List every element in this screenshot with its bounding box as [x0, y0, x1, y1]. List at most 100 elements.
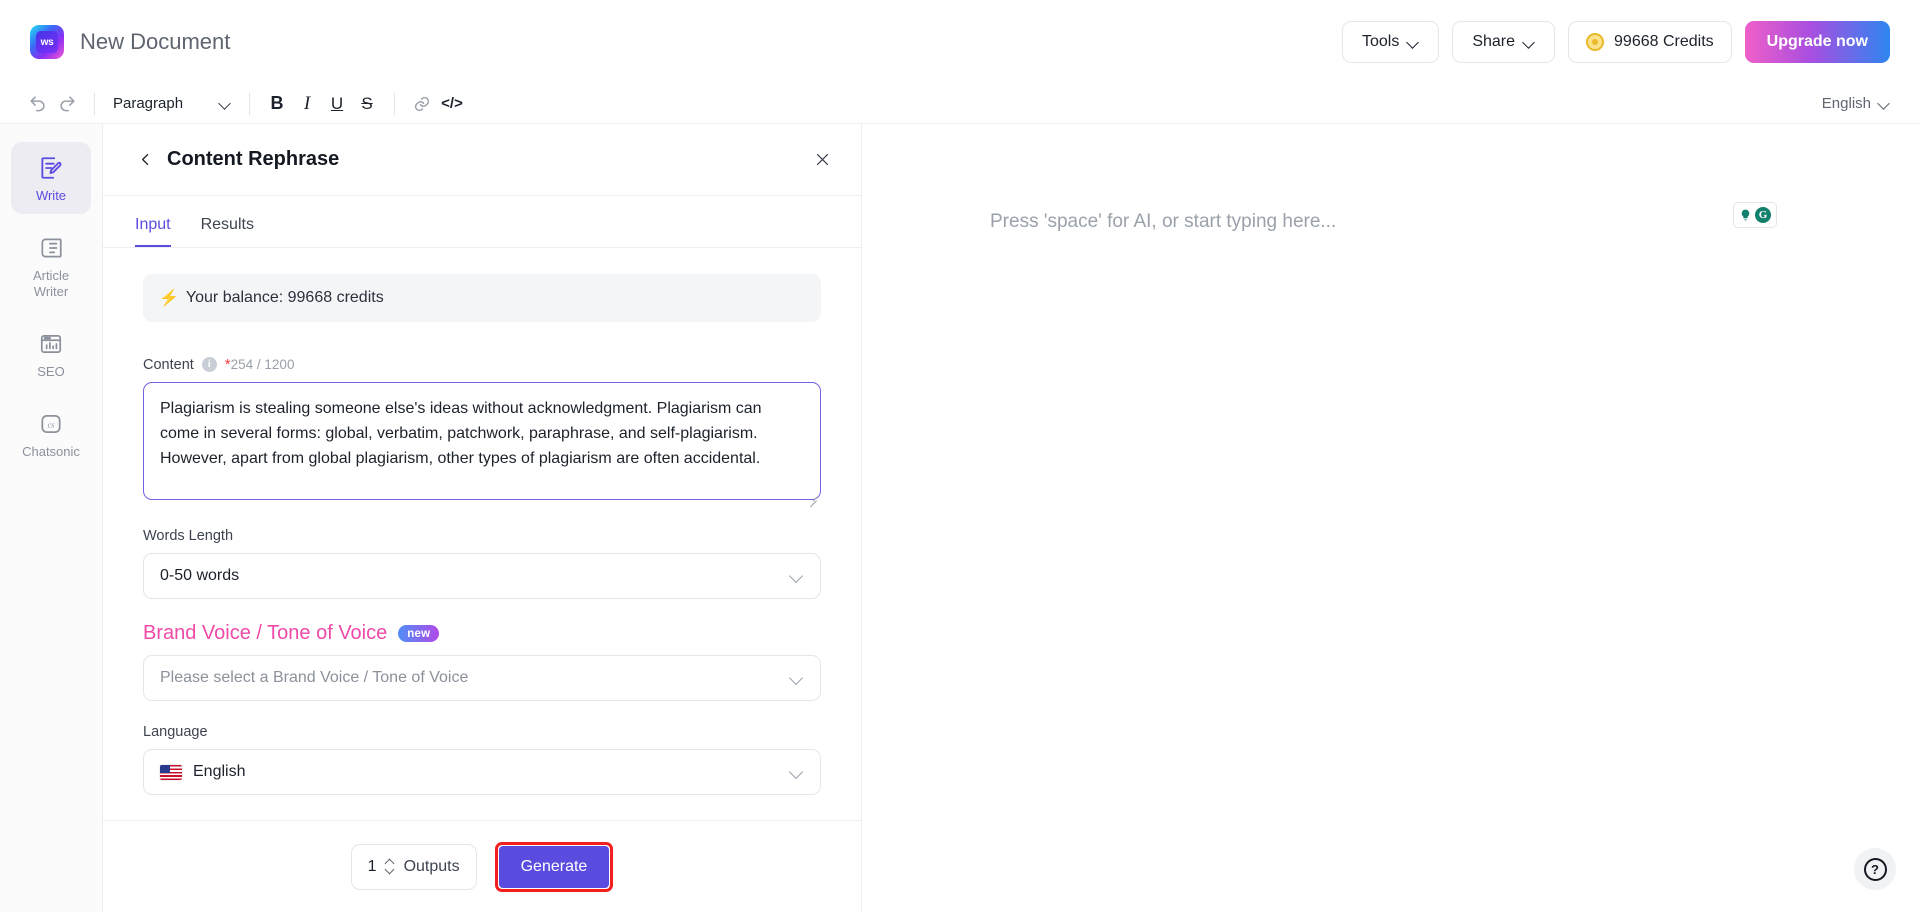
chevron-down-icon	[1524, 37, 1535, 48]
upgrade-label: Upgrade now	[1766, 33, 1868, 50]
chevron-down-icon	[1879, 98, 1890, 109]
chevron-left-icon[interactable]	[135, 150, 155, 170]
toolbar-language-select[interactable]: English	[1822, 95, 1890, 112]
panel-content: ⚡ Your balance: 99668 credits Content i …	[103, 248, 861, 820]
tab-results[interactable]: Results	[201, 216, 254, 247]
outputs-count: 1	[367, 857, 377, 875]
grammarly-widget[interactable]: G	[1733, 202, 1777, 228]
generate-highlight: Generate	[494, 841, 614, 892]
code-button[interactable]: </>	[437, 89, 467, 119]
question-mark-icon: ?	[1863, 857, 1887, 881]
format-toolbar: Paragraph B I U S </> English	[0, 84, 1920, 124]
sidebar-item-write[interactable]: Write	[11, 142, 91, 215]
generate-button[interactable]: Generate	[498, 845, 610, 888]
words-length-select[interactable]: 0-50 words	[143, 553, 821, 599]
balance-banner: ⚡ Your balance: 99668 credits	[143, 274, 821, 322]
brand-voice-placeholder: Please select a Brand Voice / Tone of Vo…	[160, 669, 469, 686]
chevron-down-icon	[791, 766, 804, 779]
upgrade-now-button[interactable]: Upgrade now	[1744, 21, 1890, 63]
editor-placeholder: Press 'space' for AI, or start typing he…	[990, 211, 1337, 232]
tools-label: Tools	[1361, 33, 1400, 50]
brand-voice-label: Brand Voice / Tone of Voice	[143, 622, 388, 644]
close-icon[interactable]	[809, 147, 835, 173]
credits-badge[interactable]: 99668 Credits	[1568, 21, 1732, 63]
writesonic-logo-icon[interactable]: ws	[30, 25, 64, 59]
brand-voice-select[interactable]: Please select a Brand Voice / Tone of Vo…	[143, 655, 821, 701]
underline-label: U	[330, 93, 344, 113]
block-format-select[interactable]: Paragraph	[107, 89, 237, 119]
document-title[interactable]: New Document	[80, 29, 230, 55]
info-icon[interactable]: i	[201, 357, 217, 372]
coin-icon	[1586, 33, 1605, 51]
brand: ws New Document	[30, 25, 230, 59]
panel-title: Content Rephrase	[167, 148, 340, 170]
content-input[interactable]	[143, 382, 821, 500]
logo-inner-text: ws	[36, 31, 58, 53]
main-body: Write Article Writer SEO cs Chatsonic Co…	[0, 124, 1920, 912]
seo-chart-icon	[38, 331, 64, 357]
language-label-row: Language	[143, 724, 821, 740]
italic-button[interactable]: I	[292, 89, 322, 119]
left-rail: Write Article Writer SEO cs Chatsonic	[0, 124, 103, 912]
chevron-down-icon	[1408, 37, 1419, 48]
toolbar-language-label: English	[1821, 95, 1871, 112]
us-flag-icon	[160, 764, 182, 780]
counter-value: 254 / 1200	[230, 357, 295, 372]
chevron-down-icon	[791, 672, 804, 685]
tab-input[interactable]: Input	[135, 216, 171, 247]
sidebar-item-chatsonic[interactable]: cs Chatsonic	[11, 398, 91, 470]
chatsonic-cs-icon: cs	[38, 411, 64, 437]
words-length-label-row: Words Length	[143, 528, 821, 544]
tool-panel: Content Rephrase Input Results ⚡ Your ba…	[103, 124, 862, 912]
help-button[interactable]: ?	[1854, 848, 1896, 890]
stepper-arrows-icon[interactable]	[386, 860, 395, 873]
app-root: ws New Document Tools Share 99668 Credit…	[0, 0, 1920, 912]
words-length-label: Words Length	[143, 528, 234, 544]
sidebar-item-label: Chatsonic	[22, 444, 80, 460]
svg-text:cs: cs	[48, 421, 55, 430]
top-bar: ws New Document Tools Share 99668 Credit…	[0, 0, 1920, 84]
sidebar-item-article-writer[interactable]: Article Writer	[11, 222, 91, 310]
undo-icon[interactable]	[22, 89, 52, 119]
credits-label: 99668 Credits	[1614, 33, 1714, 50]
top-bar-actions: Tools Share 99668 Credits Upgrade now	[1341, 21, 1890, 63]
grammarly-bulb-icon	[1739, 208, 1752, 222]
new-badge: new	[398, 625, 440, 642]
words-length-field: Words Length 0-50 words	[143, 528, 821, 599]
outputs-stepper[interactable]: 1 Outputs	[350, 843, 477, 890]
content-textarea-wrap	[143, 382, 821, 505]
chevron-down-icon	[220, 98, 231, 109]
sidebar-item-label: SEO	[37, 363, 65, 379]
italic-label: I	[303, 92, 311, 114]
panel-footer: 1 Outputs Generate	[103, 820, 861, 912]
strikethrough-button[interactable]: S	[352, 89, 382, 119]
words-length-value: 0-50 words	[160, 567, 240, 584]
bold-label: B	[270, 93, 284, 113]
tools-button[interactable]: Tools	[1341, 21, 1440, 63]
share-button[interactable]: Share	[1452, 21, 1556, 63]
underline-button[interactable]: U	[322, 89, 352, 119]
bold-button[interactable]: B	[262, 89, 292, 119]
brand-voice-field: Brand Voice / Tone of Voice new Please s…	[143, 622, 821, 701]
code-label: </>	[441, 95, 463, 112]
language-select[interactable]: English	[143, 749, 821, 795]
panel-tabs: Input Results	[103, 196, 861, 248]
sidebar-item-label: Article Writer	[32, 268, 70, 299]
content-label: Content	[143, 356, 194, 373]
strike-label: S	[361, 93, 373, 113]
content-label-row: Content i *254 / 1200	[143, 356, 821, 373]
redo-icon[interactable]	[52, 89, 82, 119]
toolbar-divider	[94, 92, 95, 115]
link-icon[interactable]	[407, 89, 437, 119]
content-field: Content i *254 / 1200	[143, 356, 821, 505]
document-editor[interactable]: Press 'space' for AI, or start typing he…	[862, 124, 1920, 912]
sidebar-item-label: Write	[35, 188, 67, 203]
lightning-bolt-icon: ⚡	[159, 290, 179, 307]
content-counter: *254 / 1200	[225, 356, 295, 373]
language-field: Language English	[143, 724, 821, 795]
balance-text: Your balance: 99668 credits	[185, 289, 384, 306]
toolbar-divider	[394, 92, 395, 115]
brand-voice-label-row: Brand Voice / Tone of Voice new	[143, 622, 821, 645]
block-format-value: Paragraph	[113, 95, 184, 112]
sidebar-item-seo[interactable]: SEO	[11, 318, 91, 390]
